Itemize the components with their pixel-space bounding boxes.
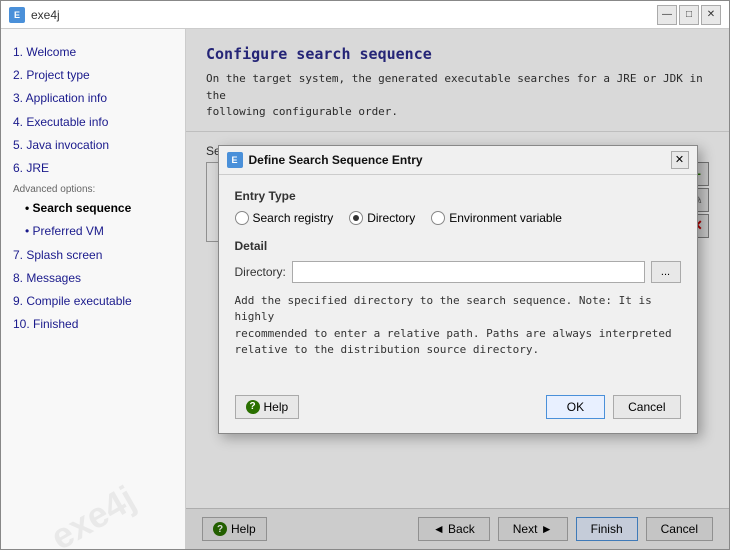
radio-option-search-registry[interactable]: Search registry	[235, 211, 334, 225]
detail-label: Detail	[235, 239, 681, 253]
directory-label: Directory:	[235, 265, 286, 279]
dialog-app-icon: E	[227, 152, 243, 168]
sidebar-item-splash-screen[interactable]: 7. Splash screen	[9, 244, 177, 267]
dialog-footer: ? Help OK Cancel	[219, 387, 697, 433]
minimize-button[interactable]: —	[657, 5, 677, 25]
close-button[interactable]: ✕	[701, 5, 721, 25]
info-text: Add the specified directory to the searc…	[235, 293, 681, 359]
radio-env-variable-input[interactable]	[431, 211, 445, 225]
dialog-help-button[interactable]: ? Help	[235, 395, 300, 419]
sidebar-item-preferred-vm[interactable]: • Preferred VM	[9, 220, 177, 243]
dialog-title-bar: E Define Search Sequence Entry ✕	[219, 146, 697, 175]
title-bar-left: E exe4j	[9, 7, 60, 23]
sidebar-item-java-invocation[interactable]: 5. Java invocation	[9, 134, 177, 157]
main-window: E exe4j — □ ✕ 1. Welcome 2. Project type…	[0, 0, 730, 550]
directory-input[interactable]	[292, 261, 645, 283]
dialog-footer-right: OK Cancel	[546, 395, 681, 419]
dialog-close-button[interactable]: ✕	[671, 151, 689, 169]
help-icon: ?	[246, 400, 260, 414]
window-controls: — □ ✕	[657, 5, 721, 25]
radio-option-env-variable[interactable]: Environment variable	[431, 211, 562, 225]
sidebar-watermark: exe4j	[3, 454, 183, 549]
dialog-overlay: E Define Search Sequence Entry ✕ Entry T…	[186, 29, 729, 549]
sidebar-item-jre[interactable]: 6. JRE	[9, 157, 177, 180]
title-bar: E exe4j — □ ✕	[1, 1, 729, 29]
detail-section: Detail Directory: ... Add the specified …	[235, 239, 681, 359]
directory-row: Directory: ...	[235, 261, 681, 283]
main-panel: Configure search sequence On the target …	[186, 29, 729, 549]
define-search-entry-dialog: E Define Search Sequence Entry ✕ Entry T…	[218, 145, 698, 434]
sidebar-item-welcome[interactable]: 1. Welcome	[9, 41, 177, 64]
radio-search-registry-input[interactable]	[235, 211, 249, 225]
sidebar-advanced-label: Advanced options:	[9, 180, 177, 197]
dialog-title-left: E Define Search Sequence Entry	[227, 152, 423, 168]
sidebar: 1. Welcome 2. Project type 3. Applicatio…	[1, 29, 186, 549]
sidebar-item-project-type[interactable]: 2. Project type	[9, 64, 177, 87]
sidebar-item-app-info[interactable]: 3. Application info	[9, 87, 177, 110]
sidebar-item-search-sequence[interactable]: • Search sequence	[9, 197, 177, 220]
sidebar-item-exec-info[interactable]: 4. Executable info	[9, 111, 177, 134]
window-title: exe4j	[31, 8, 60, 22]
dialog-body: Entry Type Search registry Directory	[219, 175, 697, 387]
dialog-title-text: Define Search Sequence Entry	[249, 153, 423, 167]
radio-group-entry-type: Search registry Directory Environment va…	[235, 211, 681, 225]
radio-directory-input[interactable]	[349, 211, 363, 225]
entry-type-label: Entry Type	[235, 189, 681, 203]
dialog-cancel-button[interactable]: Cancel	[613, 395, 680, 419]
sidebar-item-finished[interactable]: 10. Finished	[9, 313, 177, 336]
sidebar-item-compile-executable[interactable]: 9. Compile executable	[9, 290, 177, 313]
radio-option-directory[interactable]: Directory	[349, 211, 415, 225]
sidebar-item-messages[interactable]: 8. Messages	[9, 267, 177, 290]
main-content: 1. Welcome 2. Project type 3. Applicatio…	[1, 29, 729, 549]
dialog-ok-button[interactable]: OK	[546, 395, 605, 419]
browse-button[interactable]: ...	[651, 261, 681, 283]
app-icon: E	[9, 7, 25, 23]
maximize-button[interactable]: □	[679, 5, 699, 25]
